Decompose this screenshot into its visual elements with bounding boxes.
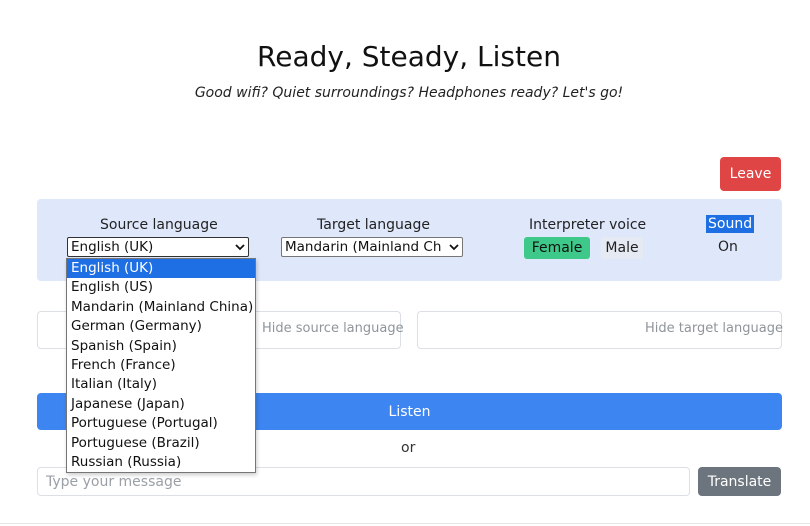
source-language-label: Source language [100, 217, 218, 233]
page-subtitle: Good wifi? Quiet surroundings? Headphone… [194, 85, 624, 101]
target-language-select[interactable]: Mandarin (Mainland Ch [281, 237, 463, 257]
dropdown-option[interactable]: Mandarin (Mainland China) [67, 298, 255, 317]
voice-female-button[interactable]: Female [524, 237, 590, 259]
hide-target-language-link[interactable]: Hide target language [645, 321, 783, 336]
dropdown-option[interactable]: Portuguese (Brazil) [67, 434, 255, 453]
dropdown-option[interactable]: German (Germany) [67, 317, 255, 336]
source-language-value: English (UK) [71, 239, 154, 255]
or-separator: or [401, 440, 416, 456]
translate-button[interactable]: Translate [698, 467, 781, 496]
dropdown-option[interactable]: Italian (Italy) [67, 375, 255, 394]
voice-male-button[interactable]: Male [601, 237, 643, 259]
source-language-dropdown[interactable]: English (UK) English (US) Mandarin (Main… [66, 258, 256, 473]
leave-button[interactable]: Leave [720, 157, 781, 191]
dropdown-option[interactable]: Japanese (Japan) [67, 395, 255, 414]
sound-toggle-label[interactable]: Sound [706, 215, 755, 233]
page-title: Ready, Steady, Listen [257, 40, 561, 73]
dropdown-option[interactable]: Russian (Russia) [67, 453, 255, 472]
footer-divider [0, 523, 810, 524]
chevron-down-icon [449, 241, 459, 256]
dropdown-option[interactable]: French (France) [67, 356, 255, 375]
target-language-value: Mandarin (Mainland Ch [285, 239, 442, 255]
target-language-label: Target language [317, 217, 430, 233]
dropdown-option[interactable]: Portuguese (Portugal) [67, 414, 255, 433]
dropdown-option[interactable]: Spanish (Spain) [67, 337, 255, 356]
sound-state[interactable]: On [718, 239, 738, 255]
dropdown-option[interactable]: English (UK) [67, 259, 255, 279]
chevron-down-icon [235, 241, 245, 256]
hide-source-language-link[interactable]: Hide source language [262, 321, 404, 336]
dropdown-option[interactable]: English (US) [67, 278, 255, 297]
source-language-select[interactable]: English (UK) [67, 237, 249, 257]
interpreter-voice-label: Interpreter voice [529, 217, 647, 233]
